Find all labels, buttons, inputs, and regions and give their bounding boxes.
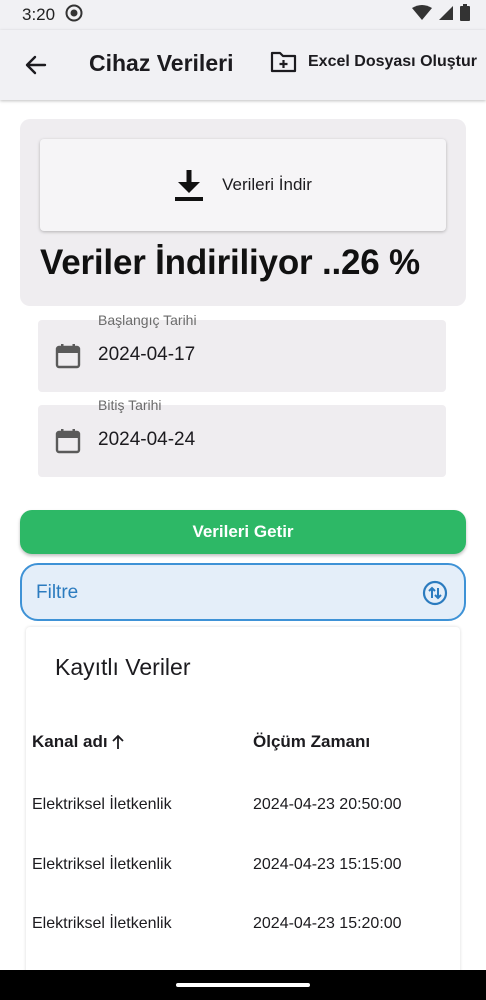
download-icon <box>175 170 204 201</box>
download-data-label: Verileri İndir <box>222 175 312 194</box>
records-card: Kayıtlı Veriler Kanal adı Ölçüm Zamanı E… <box>26 627 460 987</box>
system-nav-bar <box>0 970 486 1000</box>
start-date-field[interactable]: Başlangıç Tarihi 2024-04-17 <box>38 312 446 392</box>
status-bar: 3:20 <box>0 0 486 30</box>
table-row-0-channel: Elektriksel İletkenlik <box>32 796 172 813</box>
app-bar: Cihaz Verileri Excel Dosyası Oluştur <box>0 30 486 100</box>
start-date-value: 2024-04-17 <box>98 344 196 365</box>
page-title: Cihaz Verileri <box>89 50 234 76</box>
table-row-2-channel: Elektriksel İletkenlik <box>32 915 172 932</box>
battery-icon <box>460 4 470 26</box>
wifi-icon <box>412 4 432 26</box>
start-date-label: Başlangıç Tarihi <box>98 312 197 328</box>
calendar-icon <box>54 342 82 375</box>
download-card: Verileri İndir Veriler İndiriliyor ..26 … <box>20 119 466 306</box>
create-excel-label: Excel Dosyası Oluştur <box>308 53 477 70</box>
table-row-1-channel: Elektriksel İletkenlik <box>32 856 172 873</box>
records-title: Kayıtlı Veriler <box>55 654 191 680</box>
end-date-field[interactable]: Bitiş Tarihi 2024-04-24 <box>38 397 446 477</box>
signal-icon <box>438 5 454 26</box>
sort-arrow-up-icon <box>111 734 124 749</box>
column-header-channel-label: Kanal adı <box>32 732 108 751</box>
end-date-label: Bitiş Tarihi <box>98 397 162 413</box>
sort-swap-icon[interactable] <box>422 580 448 611</box>
filter-input[interactable]: Filtre <box>20 563 466 621</box>
fetch-data-button[interactable]: Verileri Getir <box>20 510 466 554</box>
column-header-channel[interactable]: Kanal adı <box>32 732 126 752</box>
table-row-0-time: 2024-04-23 20:50:00 <box>253 796 402 813</box>
arrow-back-icon <box>25 55 47 75</box>
table-row-1-time: 2024-04-23 15:15:00 <box>253 856 402 873</box>
column-header-time[interactable]: Ölçüm Zamanı <box>253 732 370 752</box>
download-data-button[interactable]: Verileri İndir <box>40 139 446 231</box>
calendar-icon <box>54 427 82 460</box>
back-button[interactable] <box>22 51 50 79</box>
end-date-value: 2024-04-24 <box>98 429 196 450</box>
notification-icon <box>65 4 83 27</box>
status-time: 3:20 <box>22 5 56 24</box>
create-excel-button[interactable]: Excel Dosyası Oluştur <box>270 50 477 74</box>
download-progress-text: Veriler İndiriliyor ..26 % <box>40 243 420 282</box>
home-gesture-handle[interactable] <box>176 983 310 987</box>
filter-placeholder: Filtre <box>36 582 79 603</box>
table-row-2-time: 2024-04-23 15:20:00 <box>253 915 402 932</box>
create-folder-icon <box>270 51 297 73</box>
column-header-time-label: Ölçüm Zamanı <box>253 732 371 751</box>
